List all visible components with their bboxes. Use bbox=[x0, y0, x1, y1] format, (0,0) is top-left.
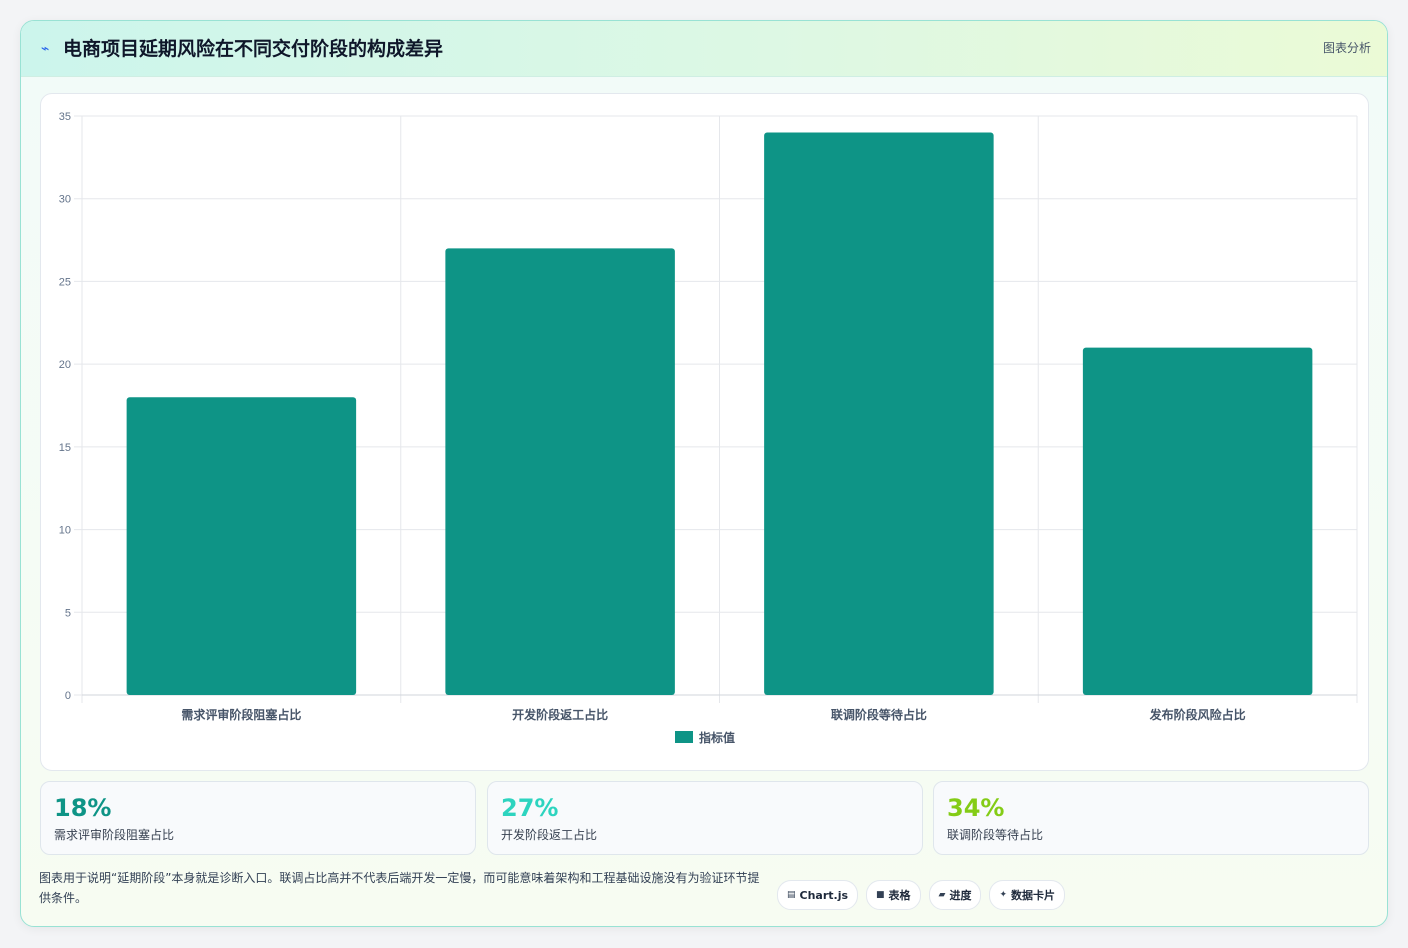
stat-card-2: 27% 开发阶段返工占比 bbox=[487, 781, 923, 855]
y-tick-label: 25 bbox=[59, 276, 71, 288]
stat-label: 联调阶段等待占比 bbox=[947, 828, 1044, 842]
badge-progress: ▰ 进度 bbox=[928, 880, 982, 910]
y-tick-label: 15 bbox=[59, 442, 71, 454]
y-tick-label: 5 bbox=[65, 607, 71, 619]
chart-note: 图表用于说明“延期阶段”本身就是诊断入口。联调占比高并不代表后端开发一定慢，而可… bbox=[39, 871, 760, 905]
x-tick-label: 发布阶段风险占比 bbox=[1149, 707, 1246, 722]
badge-label: Chart.js bbox=[799, 888, 849, 902]
bar bbox=[445, 248, 675, 696]
progress-icon: ▰ bbox=[938, 890, 946, 900]
bar bbox=[1082, 347, 1313, 695]
stat-value: 18% bbox=[54, 794, 112, 822]
badge-label: 表格 bbox=[888, 889, 911, 902]
badge-label: 数据卡片 bbox=[1011, 889, 1056, 902]
y-tick-label: 20 bbox=[59, 359, 71, 371]
badge-table: ■ 表格 bbox=[866, 880, 921, 910]
stat-card-1: 18% 需求评审阶段阻塞占比 bbox=[40, 781, 476, 855]
chart-icon: ▤ bbox=[787, 890, 796, 900]
chart-panel: 0 5 10 15 20 25 30 35 需求评审阶段阻塞占比 开发阶段返工占比 联调阶段等待占比… bbox=[40, 93, 1369, 771]
bar-chart: 0 5 10 15 20 25 30 35 需求评审阶段阻塞占比 开发阶段返工占比 联调阶段等待占比… bbox=[59, 111, 1358, 745]
stat-label: 开发阶段返工占比 bbox=[501, 828, 598, 842]
bar bbox=[764, 132, 994, 696]
badge-data-card: ✦ 数据卡片 bbox=[989, 880, 1066, 910]
badge-chartjs: ▤ Chart.js bbox=[777, 880, 859, 910]
page-title: 电商项目延期风险在不同交付阶段的构成差异 bbox=[63, 38, 444, 60]
card-header: ⌁ 电商项目延期风险在不同交付阶段的构成差异 图表分析 bbox=[21, 21, 1387, 77]
x-tick-label: 联调阶段等待占比 bbox=[831, 707, 927, 722]
badge-label: 进度 bbox=[949, 889, 972, 902]
y-tick-label: 35 bbox=[59, 111, 71, 123]
x-tick-label: 需求评审阶段阻塞占比 bbox=[181, 707, 301, 722]
chart-spark-icon: ⌁ bbox=[41, 41, 50, 57]
stat-label: 需求评审阶段阻塞占比 bbox=[54, 828, 175, 842]
stat-value: 27% bbox=[501, 794, 559, 822]
badge-row: ▤ Chart.js ■ 表格 ▰ 进度 ✦ 数据卡片 bbox=[777, 880, 1066, 910]
x-tick-label: 开发阶段返工占比 bbox=[512, 707, 608, 722]
stat-card-3: 34% 联调阶段等待占比 bbox=[933, 781, 1369, 855]
bar bbox=[126, 397, 357, 695]
legend-swatch bbox=[675, 731, 693, 743]
legend-label: 指标值 bbox=[699, 730, 735, 745]
sparkle-icon: ✦ bbox=[999, 890, 1008, 900]
table-icon: ■ bbox=[876, 890, 885, 900]
y-tick-label: 0 bbox=[65, 690, 71, 702]
chart-card: ⌁ 电商项目延期风险在不同交付阶段的构成差异 图表分析 0 5 10 15 20 25 30… bbox=[20, 20, 1388, 927]
header-tag: 图表分析 bbox=[1322, 41, 1371, 55]
stat-value: 34% bbox=[947, 794, 1005, 822]
y-tick-label: 30 bbox=[59, 194, 71, 206]
y-tick-label: 10 bbox=[59, 525, 71, 537]
